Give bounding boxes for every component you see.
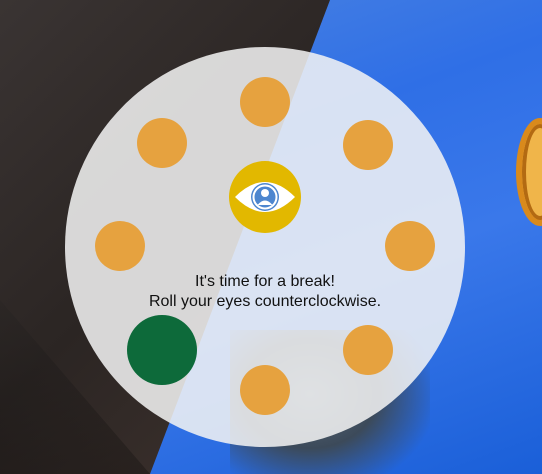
position-dot-right <box>385 221 435 271</box>
position-dot-bottom-left-active <box>127 315 197 385</box>
break-message-title: It's time for a break! <box>195 273 335 290</box>
position-dot-top <box>240 77 290 127</box>
position-dot-top-right <box>343 120 393 170</box>
wallpaper-orange-object <box>516 118 542 226</box>
position-dot-top-left <box>137 118 187 168</box>
position-dot-bottom-right <box>343 325 393 375</box>
position-dot-bottom <box>240 365 290 415</box>
position-dot-left <box>95 221 145 271</box>
eye-icon <box>229 161 301 233</box>
eye-badge <box>229 161 301 233</box>
break-message-instruction: Roll your eyes counterclockwise. <box>148 293 382 310</box>
